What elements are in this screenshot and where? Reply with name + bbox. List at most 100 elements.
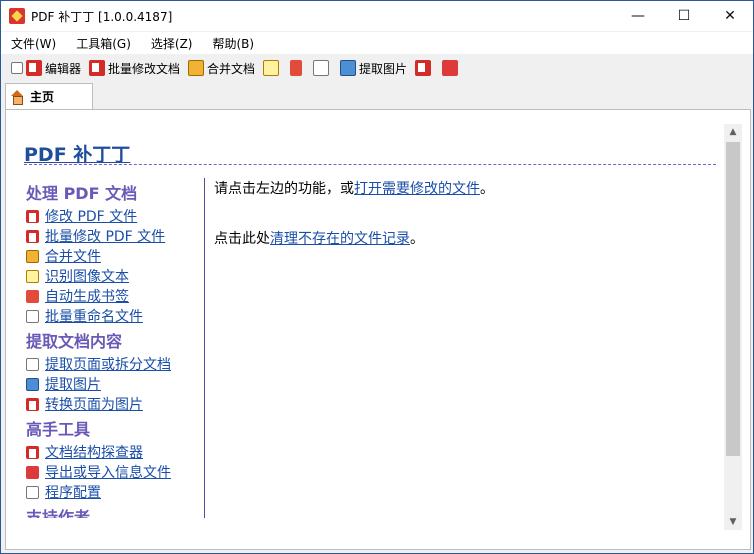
link-ocr[interactable]: 识别图像文本 — [26, 266, 204, 286]
link-extract-pages-label[interactable]: 提取页面或拆分文档 — [45, 354, 171, 374]
image-extract-icon — [340, 60, 357, 76]
link-export-info-label[interactable]: 导出或导入信息文件 — [45, 462, 171, 482]
cleanup-records-link[interactable]: 清理不存在的文件记录 — [270, 228, 410, 248]
toolbar: 编辑器 批量修改文档 合并文档 提取图片 — [1, 56, 753, 80]
section-header-support: 支持作者 — [26, 508, 91, 518]
minimize-button[interactable]: — — [615, 1, 661, 31]
link-rename-label[interactable]: 批量重命名文件 — [45, 306, 143, 326]
welcome-cleanup-suffix: 。 — [410, 231, 424, 247]
link-settings[interactable]: 程序配置 — [26, 482, 204, 502]
app-logo-icon — [9, 8, 25, 24]
section-header-process: 处理 PDF 文档 — [26, 184, 138, 203]
welcome-open-prefix: 请点击左边的功能，或 — [214, 181, 354, 197]
checkbox-icon[interactable] — [11, 62, 23, 74]
toolbar-rename[interactable] — [313, 60, 332, 76]
section-header-extract: 提取文档内容 — [26, 332, 123, 351]
link-batch-edit[interactable]: 批量修改 PDF 文件 — [26, 226, 204, 246]
toolbar-extract-image[interactable]: 提取图片 — [340, 60, 407, 77]
toolbar-editor[interactable]: 编辑器 — [26, 60, 81, 77]
link-export-info[interactable]: 导出或导入信息文件 — [26, 462, 204, 482]
toolbar-editor-label: 编辑器 — [45, 61, 82, 76]
scroll-thumb[interactable] — [726, 142, 740, 456]
link-merge[interactable]: 合并文件 — [26, 246, 204, 266]
merge-icon — [188, 60, 205, 76]
welcome-panel: 请点击左边的功能，或 打开需要修改的文件 。 点击此处 清理不存在的文件记录 。 — [214, 178, 714, 248]
link-settings-label[interactable]: 程序配置 — [45, 482, 101, 502]
menu-help[interactable]: 帮助(B) — [213, 35, 255, 52]
pdf-batch-icon — [26, 229, 39, 243]
link-edit-pdf[interactable]: 修改 PDF 文件 — [26, 206, 204, 226]
link-structure-explorer[interactable]: 文档结构探查器 — [26, 442, 204, 462]
link-merge-label[interactable]: 合并文件 — [45, 246, 101, 266]
ocr-icon — [263, 60, 280, 76]
pdf-convert-icon — [26, 397, 39, 411]
image-extract-icon — [26, 377, 39, 391]
home-page: PDF 补丁丁 处理 PDF 文档 修改 PDF 文件 批量修改 PDF 文件 … — [16, 124, 724, 518]
toolbar-batch[interactable]: 批量修改文档 — [89, 60, 180, 77]
welcome-line-open: 请点击左边的功能，或 打开需要修改的文件 。 — [214, 178, 714, 198]
explorer-icon — [26, 445, 39, 459]
scroll-down-icon[interactable]: ▼ — [724, 514, 742, 530]
rename-icon — [313, 60, 330, 76]
welcome-line-cleanup: 点击此处 清理不存在的文件记录 。 — [214, 228, 714, 248]
extract-pages-icon — [26, 357, 39, 371]
link-extract-images[interactable]: 提取图片 — [26, 374, 204, 394]
vertical-scrollbar[interactable]: ▲ ▼ — [724, 124, 742, 530]
bookmark-icon — [290, 60, 303, 76]
window-controls: — ☐ ✕ — [615, 1, 753, 31]
tab-home[interactable]: 主页 — [5, 83, 93, 109]
tab-strip: 主页 — [1, 81, 753, 109]
link-batch-edit-label[interactable]: 批量修改 PDF 文件 — [45, 226, 165, 246]
link-render-pages-label[interactable]: 转换页面为图片 — [45, 394, 143, 414]
link-extract-images-label[interactable]: 提取图片 — [45, 374, 101, 394]
link-bookmark[interactable]: 自动生成书签 — [26, 286, 204, 306]
window-title: PDF 补丁丁 [1.0.0.4187] — [31, 9, 173, 24]
title-bar: PDF 补丁丁 [1.0.0.4187] — ☐ ✕ — [1, 1, 753, 31]
pdf-editor-icon — [26, 60, 42, 76]
toolbar-extract-image-label: 提取图片 — [359, 61, 408, 76]
menu-toolbox[interactable]: 工具箱(G) — [76, 35, 131, 52]
merge-icon — [26, 249, 39, 263]
toolbar-convert[interactable] — [415, 60, 434, 76]
scroll-up-icon[interactable]: ▲ — [724, 124, 742, 140]
toolbar-merge[interactable]: 合并文档 — [188, 60, 255, 77]
close-button[interactable]: ✕ — [707, 1, 753, 31]
feature-list: 处理 PDF 文档 修改 PDF 文件 批量修改 PDF 文件 合并文件 识别图… — [26, 178, 204, 518]
toolbar-bookmark[interactable] — [290, 60, 305, 76]
pdf-batch-icon — [89, 60, 106, 76]
link-extract-pages[interactable]: 提取页面或拆分文档 — [26, 354, 204, 374]
link-bookmark-label[interactable]: 自动生成书签 — [45, 286, 129, 306]
panel-divider — [204, 178, 205, 518]
export-icon — [442, 60, 459, 76]
section-header-advanced: 高手工具 — [26, 420, 91, 439]
toolbar-export[interactable] — [442, 60, 461, 76]
toolbar-ocr[interactable] — [263, 60, 282, 76]
menu-bar: 文件(W) 工具箱(G) 选择(Z) 帮助(B) — [1, 32, 753, 54]
pdf-icon — [26, 209, 39, 223]
menu-file[interactable]: 文件(W) — [11, 35, 56, 52]
toolbar-batch-label: 批量修改文档 — [108, 61, 181, 76]
link-edit-pdf-label[interactable]: 修改 PDF 文件 — [45, 206, 137, 226]
menu-select[interactable]: 选择(Z) — [151, 35, 193, 52]
settings-icon — [26, 485, 39, 499]
rename-icon — [26, 309, 39, 323]
link-render-pages[interactable]: 转换页面为图片 — [26, 394, 204, 414]
home-icon — [10, 89, 24, 105]
title-divider — [24, 164, 716, 165]
content-frame: PDF 补丁丁 处理 PDF 文档 修改 PDF 文件 批量修改 PDF 文件 … — [5, 109, 751, 550]
open-file-link[interactable]: 打开需要修改的文件 — [354, 178, 480, 198]
welcome-cleanup-prefix: 点击此处 — [214, 231, 270, 247]
maximize-button[interactable]: ☐ — [661, 1, 707, 31]
link-ocr-label[interactable]: 识别图像文本 — [45, 266, 129, 286]
bookmark-icon — [26, 289, 39, 303]
link-structure-explorer-label[interactable]: 文档结构探查器 — [45, 442, 143, 462]
tab-home-label: 主页 — [30, 90, 55, 104]
page-title[interactable]: PDF 补丁丁 — [24, 140, 130, 167]
export-icon — [26, 465, 39, 479]
welcome-open-suffix: 。 — [480, 181, 494, 197]
pdf-convert-icon — [415, 60, 432, 76]
ocr-icon — [26, 269, 39, 283]
toolbar-merge-label: 合并文档 — [207, 61, 256, 76]
link-rename[interactable]: 批量重命名文件 — [26, 306, 204, 326]
